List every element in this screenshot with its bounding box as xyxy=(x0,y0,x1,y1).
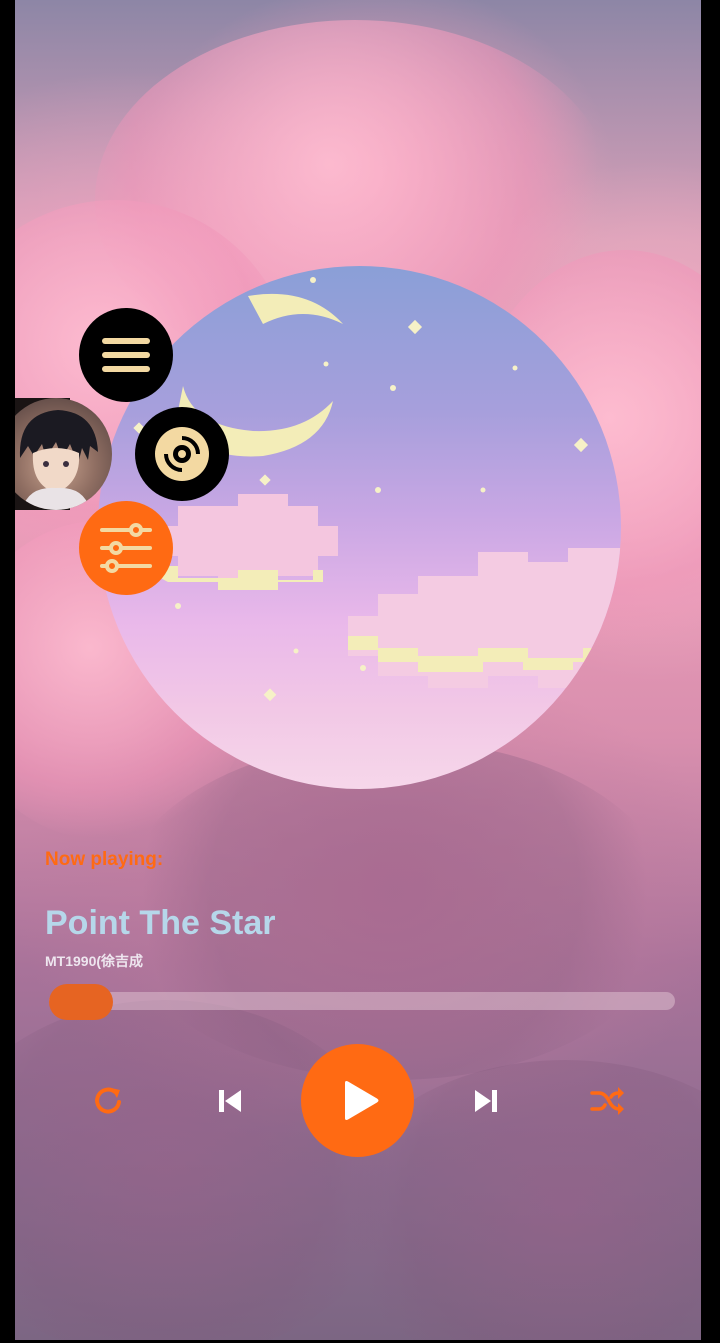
shuffle-icon xyxy=(590,1087,624,1115)
previous-icon xyxy=(219,1090,241,1112)
equalizer-button[interactable] xyxy=(79,501,173,595)
disc-icon xyxy=(155,427,209,481)
album-art-illustration xyxy=(118,277,621,708)
repeat-icon xyxy=(95,1087,121,1114)
next-button[interactable] xyxy=(463,1078,509,1124)
equalizer-icon xyxy=(100,523,152,573)
now-playing-label: Now playing: xyxy=(45,849,164,870)
progress-fill[interactable] xyxy=(49,984,113,1020)
play-button[interactable] xyxy=(301,1044,414,1157)
menu-button[interactable] xyxy=(79,308,173,402)
progress-slider[interactable] xyxy=(49,984,675,1020)
repeat-button[interactable] xyxy=(86,1078,132,1124)
next-icon xyxy=(475,1090,497,1112)
play-icon xyxy=(344,1080,378,1120)
artist-name: MT1990(徐吉成 xyxy=(45,953,144,969)
player-screen: Now playing: Point The Star MT1990(徐吉成 xyxy=(15,0,701,1340)
song-title: Point The Star xyxy=(45,904,276,942)
menu-icon xyxy=(102,338,150,372)
previous-button[interactable] xyxy=(207,1078,253,1124)
shuffle-button[interactable] xyxy=(584,1078,630,1124)
disc-button[interactable] xyxy=(135,407,229,501)
album-art xyxy=(98,266,621,789)
